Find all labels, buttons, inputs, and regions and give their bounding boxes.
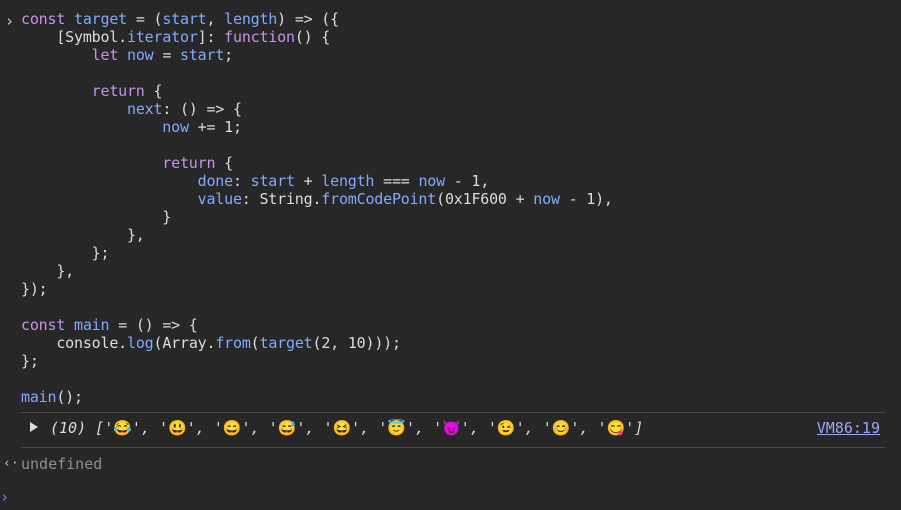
- array-item: '😉': [487, 419, 525, 437]
- array-separator: ,: [360, 419, 379, 437]
- expand-triangle-icon[interactable]: [30, 422, 38, 432]
- console-input-prompt[interactable]: ›: [0, 486, 901, 510]
- code-line: };: [21, 244, 110, 262]
- code-line: value: String.fromCodePoint(0x1F600 + no…: [197, 190, 613, 208]
- code-line: };: [21, 352, 39, 370]
- code-line: [Symbol.iterator]: function() {: [21, 28, 331, 46]
- console-result-row: ‹· undefined: [0, 455, 901, 475]
- array-item: '😂': [104, 419, 141, 437]
- code-line: },: [21, 262, 74, 280]
- code-line: next: () => {: [126, 100, 242, 118]
- code-line: done: start + length === now - 1,: [197, 172, 490, 190]
- code-line: ​: [21, 298, 613, 316]
- array-item: '😅': [268, 419, 306, 437]
- array-separator: ,: [469, 419, 488, 437]
- array-separator: ,: [195, 419, 214, 437]
- source-location-link[interactable]: VM86:19: [817, 419, 880, 437]
- array-open-bracket: [: [95, 419, 105, 437]
- array-length: (10): [50, 419, 87, 437]
- code-line: return {: [162, 154, 233, 172]
- array-item: '😇': [378, 419, 415, 437]
- array-item: '😃': [159, 419, 196, 437]
- code-line: return {: [91, 82, 163, 100]
- code-line: now += 1;: [162, 118, 242, 136]
- console-log-message: (10) ['😂', '😃', '😄', '😅', '😆', '😇', '😈',…: [21, 412, 885, 448]
- code-line: let now = start;: [91, 46, 234, 64]
- array-item: '😊': [542, 419, 580, 437]
- array-close-bracket: ]: [634, 419, 644, 437]
- array-preview[interactable]: (10) ['😂', '😃', '😄', '😅', '😆', '😇', '😈',…: [50, 419, 643, 437]
- array-separator: ,: [250, 419, 269, 437]
- array-item: '😆': [323, 419, 361, 437]
- devtools-console: › const target = (start, length) => ({ […: [0, 0, 901, 510]
- array-separator: ,: [524, 419, 543, 437]
- code-line: });: [21, 280, 48, 298]
- return-arrow-icon: ‹·: [3, 456, 19, 471]
- array-separator: ,: [140, 419, 159, 437]
- result-value: undefined: [21, 455, 103, 473]
- code-line: }: [21, 208, 172, 226]
- code-line: const target = (start, length) => ({: [21, 10, 339, 28]
- code-input-block: const target = (start, length) => ({ [Sy…: [21, 10, 613, 406]
- code-line: console.log(Array.from(target(2, 10)));: [56, 334, 401, 352]
- array-separator: ,: [305, 419, 324, 437]
- array-separator: ,: [415, 419, 434, 437]
- code-line: ​: [21, 136, 613, 154]
- array-item: '😋': [597, 419, 635, 437]
- code-line: const main = () => {: [21, 316, 198, 334]
- chevron-right-icon: ›: [0, 488, 10, 506]
- array-item: '😄': [213, 419, 251, 437]
- chevron-right-icon: ›: [5, 12, 15, 30]
- array-item: '😈': [433, 419, 470, 437]
- code-line: },: [21, 226, 145, 244]
- code-line: ​: [21, 370, 613, 388]
- array-separator: ,: [579, 419, 598, 437]
- code-line: ​: [21, 64, 613, 82]
- code-line: main();: [21, 388, 83, 406]
